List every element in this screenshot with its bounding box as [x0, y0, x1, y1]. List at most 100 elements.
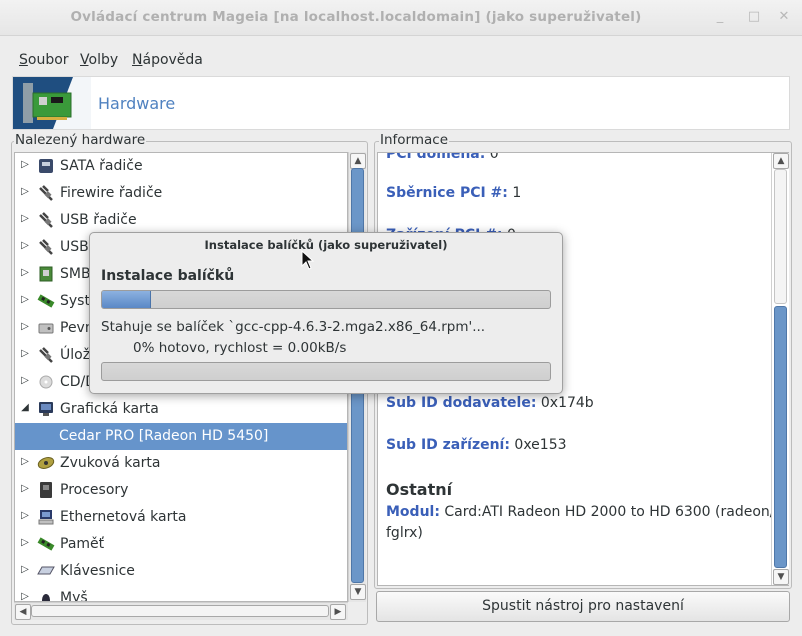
install-packages-dialog: Instalace balíčků (jako superuživatel) I…	[89, 232, 563, 394]
expander-icon[interactable]: ▷	[19, 159, 31, 171]
expander-icon[interactable]: ▷	[19, 483, 31, 495]
menu-volby-label: olby	[88, 52, 119, 68]
tree-item-label: Grafická karta	[60, 401, 159, 417]
info-pci-bus: Sběrnice PCI #: 1	[386, 185, 521, 201]
tree-item-label: USB řadiče	[60, 212, 137, 228]
banner-title: Hardware	[98, 94, 176, 113]
plug-icon	[37, 346, 55, 364]
network-icon	[37, 508, 55, 526]
expander-icon[interactable]: ▷	[19, 321, 31, 333]
scroll-right-icon[interactable]: ▶	[330, 604, 346, 620]
expander-icon[interactable]: ▷	[19, 375, 31, 387]
chip-icon	[37, 265, 55, 283]
info-value: 0	[485, 152, 499, 162]
tree-item-cedar-pro[interactable]: Cedar PRO [Radeon HD 5450]	[15, 423, 347, 450]
expander-icon[interactable]: ▷	[19, 510, 31, 522]
tree-item-graphics[interactable]: ◢ Grafická karta	[15, 396, 347, 423]
tree-item-label: Klávesnice	[60, 563, 135, 579]
dialog-title: Instalace balíčků (jako superuživatel)	[204, 238, 448, 252]
plug-icon	[37, 184, 55, 202]
download-status: Stahuje se balíček `gcc-cpp-4.6.3-2.mga2…	[101, 319, 486, 335]
scroll-down-icon[interactable]: ▼	[773, 569, 789, 585]
menu-soubor[interactable]: Soubor	[19, 52, 69, 68]
info-module: Modul: Card:ATI Radeon HD 2000 to HD 630…	[386, 504, 775, 520]
tree-item-usb-controllers[interactable]: ▷ USB řadiče	[15, 207, 347, 234]
info-value: Card:ATI Radeon HD 2000 to HD 6300 (rade…	[439, 504, 775, 520]
menu-napoveda[interactable]: Nápověda	[132, 52, 203, 68]
window-titlebar[interactable]: Ovládací centrum Mageia [na localhost.lo…	[0, 0, 802, 36]
tree-item-mouse[interactable]: ▷ Myš	[15, 585, 347, 602]
speaker-icon	[37, 454, 55, 472]
menu-volby[interactable]: Volby	[80, 52, 118, 68]
tree-item-label: Myš	[60, 590, 88, 602]
tree-hscroll-thumb[interactable]	[31, 605, 329, 617]
dialog-heading: Instalace balíčků	[101, 268, 235, 284]
tree-item-processors[interactable]: ▷ Procesory	[15, 477, 347, 504]
hardware-card-icon	[13, 77, 91, 129]
window-title: Ovládací centrum Mageia [na localhost.lo…	[70, 9, 642, 25]
scroll-left-icon[interactable]: ◀	[15, 604, 31, 620]
tree-item-firewire[interactable]: ▷ Firewire řadiče	[15, 180, 347, 207]
tree-item-label: Ethernetová karta	[60, 509, 187, 525]
keyboard-icon	[37, 562, 55, 580]
menu-volby-mnemonic: V	[80, 52, 89, 68]
disk-controller-icon	[37, 157, 55, 175]
info-value: 1	[507, 185, 522, 201]
tree-item-label: Procesory	[60, 482, 129, 498]
info-key: PCI doména:	[386, 152, 486, 162]
info-key: Modul:	[386, 504, 440, 520]
cd-icon	[37, 373, 55, 391]
info-key: Sub ID zařízení:	[386, 437, 510, 453]
tree-item-label: SMB	[60, 266, 91, 282]
maximize-icon[interactable]: □	[745, 8, 763, 26]
expander-icon[interactable]: ▷	[19, 456, 31, 468]
file-progress-bar	[101, 362, 551, 381]
scroll-up-icon[interactable]: ▲	[350, 153, 366, 169]
tree-item-label: Úlož	[60, 347, 91, 363]
scroll-down-icon[interactable]: ▼	[350, 584, 366, 600]
plug-icon	[37, 211, 55, 229]
cpu-icon	[37, 481, 55, 499]
tree-item-sata[interactable]: ▷ SATA řadiče	[15, 153, 347, 180]
tree-item-keyboard[interactable]: ▷ Klávesnice	[15, 558, 347, 585]
info-pci-domain: PCI doména: 0	[386, 152, 499, 162]
menu-napoveda-label: ápověda	[142, 52, 203, 68]
menu-napoveda-mnemonic: N	[132, 52, 143, 68]
info-vscrollbar[interactable]: ▲ ▼	[771, 153, 789, 585]
tree-item-memory[interactable]: ▷ Paměť	[15, 531, 347, 558]
tree-item-sound[interactable]: ▷ Zvuková karta	[15, 450, 347, 477]
info-sub-device: Sub ID zařízení: 0xe153	[386, 437, 567, 453]
hardware-frame-label: Nalezený hardware	[14, 132, 147, 148]
section-banner: Hardware	[12, 76, 790, 130]
expander-icon[interactable]: ▷	[19, 294, 31, 306]
expander-icon[interactable]: ◢	[19, 402, 31, 414]
info-section-heading: Ostatní	[386, 480, 453, 499]
tree-item-label: Firewire řadiče	[60, 185, 163, 201]
expander-icon[interactable]: ▷	[19, 564, 31, 576]
tree-item-label: Cedar PRO [Radeon HD 5450]	[59, 428, 269, 444]
tree-item-label: Syst	[60, 293, 90, 309]
run-config-tool-button[interactable]: Spustit nástroj pro nastavení	[376, 591, 790, 622]
memory-icon	[37, 292, 55, 310]
tree-item-label: SATA řadiče	[60, 158, 143, 174]
scroll-up-icon[interactable]: ▲	[773, 153, 789, 169]
expander-icon[interactable]: ▷	[19, 186, 31, 198]
close-icon[interactable]: ✕	[775, 8, 793, 26]
expander-icon[interactable]: ▷	[19, 240, 31, 252]
tree-hscrollbar[interactable]: ◀ ▶	[14, 602, 348, 620]
minimize-icon[interactable]: _	[711, 8, 729, 26]
expander-icon[interactable]: ▷	[19, 213, 31, 225]
memory-icon	[37, 535, 55, 553]
expander-icon[interactable]: ▷	[19, 591, 31, 601]
mouse-icon	[37, 589, 55, 601]
tree-item-ethernet[interactable]: ▷ Ethernetová karta	[15, 504, 347, 531]
download-rate: 0% hotovo, rychlost = 0.00kB/s	[133, 340, 347, 356]
expander-icon[interactable]: ▷	[19, 267, 31, 279]
expander-icon[interactable]: ▷	[19, 348, 31, 360]
tree-item-label: USB	[60, 239, 89, 255]
info-vscroll-thumb[interactable]	[774, 306, 787, 568]
info-frame-label: Informace	[379, 132, 450, 148]
info-key: Sub ID dodavatele:	[386, 395, 537, 411]
expander-icon[interactable]: ▷	[19, 537, 31, 549]
info-key: Sběrnice PCI #:	[386, 185, 508, 201]
